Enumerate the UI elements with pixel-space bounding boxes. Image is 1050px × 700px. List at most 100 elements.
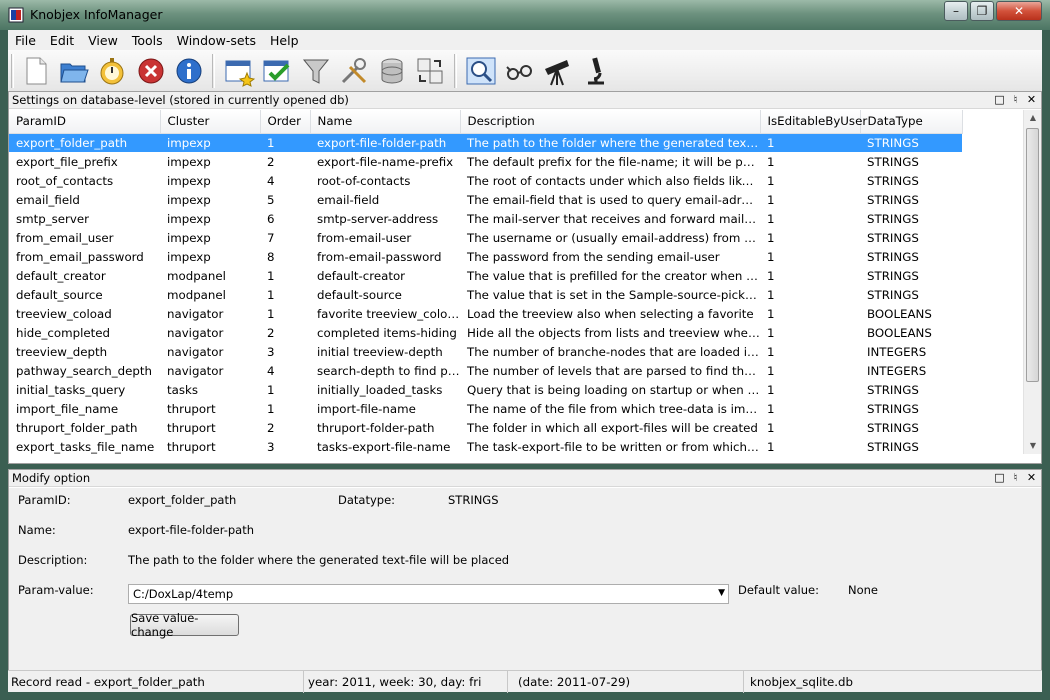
table-row[interactable]: export_file_prefix impexp 2 export-file-nam… [9, 152, 962, 171]
cell-order[interactable]: 1 [260, 304, 310, 323]
cell-cluster[interactable]: impexp [160, 247, 260, 266]
cell-order[interactable]: 1 [260, 285, 310, 304]
cell-order[interactable]: 3 [260, 342, 310, 361]
cell-description[interactable]: The value that is set in the Sample-sour… [460, 285, 760, 304]
cell-description[interactable]: The default prefix for the file-name; it… [460, 152, 760, 171]
cell-iseditable[interactable]: 1 [760, 190, 860, 209]
cell-description[interactable]: The password from the sending email-user [460, 247, 760, 266]
cell-name[interactable]: root-of-contacts [310, 171, 460, 190]
cell-datatype[interactable]: BOOLEANS [860, 304, 962, 323]
cell-iseditable[interactable]: 1 [760, 133, 860, 152]
cell-order[interactable]: 5 [260, 190, 310, 209]
scroll-thumb[interactable] [1026, 128, 1039, 382]
new-document-icon[interactable] [20, 55, 52, 87]
cell-datatype[interactable]: STRINGS [860, 285, 962, 304]
cell-iseditable[interactable]: 1 [760, 266, 860, 285]
stopwatch-icon[interactable] [96, 55, 128, 87]
scroll-down-icon[interactable]: ▼ [1024, 438, 1042, 454]
cell-datatype[interactable]: STRINGS [860, 399, 962, 418]
cell-iseditable[interactable]: 1 [760, 380, 860, 399]
info-icon[interactable] [173, 55, 205, 87]
cell-datatype[interactable]: STRINGS [860, 380, 962, 399]
cell-iseditable[interactable]: 1 [760, 399, 860, 418]
panel-close-icon[interactable]: ✕ [1026, 471, 1037, 484]
cell-paramid[interactable]: export_file_prefix [9, 152, 160, 171]
close-button[interactable]: ✕ [996, 1, 1042, 21]
cell-name[interactable]: tasks-export-file-name [310, 437, 460, 454]
cell-datatype[interactable]: STRINGS [860, 247, 962, 266]
cell-description[interactable]: The folder in which all export-files wil… [460, 418, 760, 437]
cell-order[interactable]: 7 [260, 228, 310, 247]
cell-paramid[interactable]: treeview_coload [9, 304, 160, 323]
cell-cluster[interactable]: thruport [160, 418, 260, 437]
cell-paramid[interactable]: email_field [9, 190, 160, 209]
cell-paramid[interactable]: root_of_contacts [9, 171, 160, 190]
chevron-down-icon[interactable]: ▼ [718, 588, 725, 598]
cell-name[interactable]: default-source [310, 285, 460, 304]
table-row[interactable]: initial_tasks_query tasks 1 initially_loade… [9, 380, 962, 399]
cell-datatype[interactable]: STRINGS [860, 133, 962, 152]
table-row[interactable]: import_file_name thruport 1 import-file-nam… [9, 399, 962, 418]
table-row[interactable]: from_email_user impexp 7 from-email-user The… [9, 228, 962, 247]
column-header-cluster[interactable]: Cluster [160, 110, 261, 134]
panel-pin-icon[interactable]: ♮ [1010, 471, 1021, 484]
cell-cluster[interactable]: modpanel [160, 285, 260, 304]
cell-name[interactable]: search-depth to find pat... [310, 361, 460, 380]
stop-icon[interactable] [135, 55, 167, 87]
cell-order[interactable]: 4 [260, 361, 310, 380]
table-row[interactable]: smtp_server impexp 6 smtp-server-address The… [9, 209, 962, 228]
cell-name[interactable]: import-file-name [310, 399, 460, 418]
cell-cluster[interactable]: impexp [160, 152, 260, 171]
menu-view[interactable]: View [81, 33, 125, 48]
grid-scrollbar[interactable]: ▲ ▼ [1023, 110, 1041, 454]
cell-order[interactable]: 1 [260, 266, 310, 285]
cell-datatype[interactable]: STRINGS [860, 437, 962, 454]
panel-close-icon[interactable]: ✕ [1026, 93, 1037, 106]
cell-paramid[interactable]: pathway_search_depth [9, 361, 160, 380]
cell-iseditable[interactable]: 1 [760, 152, 860, 171]
menu-tools[interactable]: Tools [125, 33, 170, 48]
cell-description[interactable]: The path to the folder where the generat… [460, 133, 760, 152]
transfer-icon[interactable] [414, 55, 446, 87]
cell-cluster[interactable]: impexp [160, 228, 260, 247]
cell-name[interactable]: initially_loaded_tasks [310, 380, 460, 399]
table-row[interactable]: default_creator modpanel 1 default-creator T… [9, 266, 962, 285]
restore-button[interactable]: ❐ [970, 1, 994, 21]
cell-iseditable[interactable]: 1 [760, 247, 860, 266]
table-row[interactable]: thruport_folder_path thruport 2 thruport-fo… [9, 418, 962, 437]
cell-datatype[interactable]: INTEGERS [860, 342, 962, 361]
cell-datatype[interactable]: STRINGS [860, 266, 962, 285]
cell-name[interactable]: completed items-hiding [310, 323, 460, 342]
cell-order[interactable]: 3 [260, 437, 310, 454]
cell-description[interactable]: The number of levels that are parsed to … [460, 361, 760, 380]
table-row[interactable]: default_source modpanel 1 default-source The… [9, 285, 962, 304]
cell-datatype[interactable]: STRINGS [860, 171, 962, 190]
cell-cluster[interactable]: navigator [160, 304, 260, 323]
cell-iseditable[interactable]: 1 [760, 228, 860, 247]
cell-iseditable[interactable]: 1 [760, 304, 860, 323]
cell-description[interactable]: The task-export-file to be written or fr… [460, 437, 760, 454]
cell-order[interactable]: 1 [260, 380, 310, 399]
table-row[interactable]: pathway_search_depth navigator 4 search-dep… [9, 361, 962, 380]
panel-float-icon[interactable]: □ [994, 93, 1005, 106]
cell-paramid[interactable]: initial_tasks_query [9, 380, 160, 399]
minimize-button[interactable]: – [944, 1, 968, 21]
cell-description[interactable]: The value that is prefilled for the crea… [460, 266, 760, 285]
cell-iseditable[interactable]: 1 [760, 171, 860, 190]
telescope-icon[interactable] [541, 55, 573, 87]
cell-paramid[interactable]: thruport_folder_path [9, 418, 160, 437]
table-row[interactable]: export_folder_path impexp 1 export-file-fol… [9, 133, 962, 152]
cell-paramid[interactable]: hide_completed [9, 323, 160, 342]
cell-description[interactable]: Hide all the objects from lists and tree… [460, 323, 760, 342]
cell-cluster[interactable]: thruport [160, 399, 260, 418]
panel-float-icon[interactable]: □ [994, 471, 1005, 484]
cell-paramid[interactable]: default_source [9, 285, 160, 304]
column-header-paramid[interactable]: ParamID [9, 110, 161, 134]
table-row[interactable]: root_of_contacts impexp 4 root-of-contacts T… [9, 171, 962, 190]
cell-name[interactable]: initial treeview-depth [310, 342, 460, 361]
table-row[interactable]: export_tasks_file_name thruport 3 tasks-exp… [9, 437, 962, 454]
cell-order[interactable]: 2 [260, 323, 310, 342]
cell-description[interactable]: The mail-server that receives and forwar… [460, 209, 760, 228]
save-value-change-button[interactable]: Save value-change [130, 611, 239, 639]
cell-iseditable[interactable]: 1 [760, 342, 860, 361]
